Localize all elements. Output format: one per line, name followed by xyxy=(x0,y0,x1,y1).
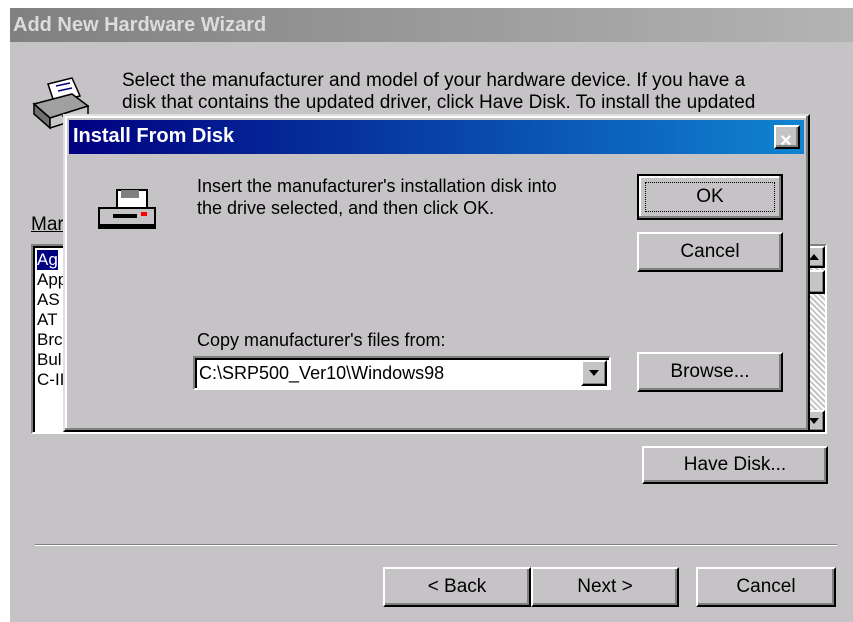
path-input[interactable]: C:\SRP500_Ver10\Windows98 xyxy=(199,363,444,384)
back-button[interactable]: < Back xyxy=(383,567,531,607)
list-item[interactable]: C-II xyxy=(37,370,64,390)
wizard-title: Add New Hardware Wizard xyxy=(13,14,267,36)
install-from-disk-dialog: Install From Disk × Insert the manufactu… xyxy=(63,114,810,432)
disk-drive-icon xyxy=(95,186,159,234)
next-label: Next > xyxy=(577,576,633,597)
have-disk-label: Have Disk... xyxy=(683,454,787,475)
path-combobox[interactable]: C:\SRP500_Ver10\Windows98 xyxy=(193,356,611,390)
dialog-cancel-button[interactable]: Cancel xyxy=(637,232,783,272)
dialog-title-bar[interactable]: Install From Disk × xyxy=(69,120,804,154)
browse-button[interactable]: Browse... xyxy=(637,352,783,392)
close-icon: × xyxy=(780,130,792,152)
list-item[interactable]: Ag xyxy=(37,250,58,270)
list-item[interactable]: AS xyxy=(37,290,60,310)
dialog-title: Install From Disk xyxy=(73,125,235,147)
close-button[interactable]: × xyxy=(774,125,800,152)
wizard-cancel-label: Cancel xyxy=(736,576,796,597)
instruction-line-1: Select the manufacturer and model of you… xyxy=(122,70,746,91)
instruction-line-2: disk that contains the updated driver, c… xyxy=(122,92,756,113)
chevron-down-icon[interactable] xyxy=(581,360,607,386)
next-button[interactable]: Next > xyxy=(531,567,679,607)
ok-button[interactable]: OK xyxy=(637,174,783,220)
browse-label: Browse... xyxy=(670,361,750,382)
have-disk-button[interactable]: Have Disk... xyxy=(642,446,828,484)
manufacturers-label: Mar xyxy=(31,214,64,235)
dialog-message-line-1: Insert the manufacturer's installation d… xyxy=(197,176,557,196)
list-item[interactable]: Brc xyxy=(37,330,63,350)
list-item[interactable]: AT xyxy=(37,310,57,330)
wizard-title-bar[interactable]: Add New Hardware Wizard xyxy=(10,8,853,42)
copy-from-label: Copy manufacturer's files from: xyxy=(197,330,446,350)
ok-label: OK xyxy=(696,186,724,207)
divider xyxy=(35,544,837,546)
back-label: < Back xyxy=(427,576,487,597)
wizard-cancel-button[interactable]: Cancel xyxy=(696,567,836,607)
list-item[interactable]: Bul xyxy=(37,350,62,370)
dialog-message-line-2: the drive selected, and then click OK. xyxy=(197,198,495,218)
dialog-cancel-label: Cancel xyxy=(680,241,740,262)
